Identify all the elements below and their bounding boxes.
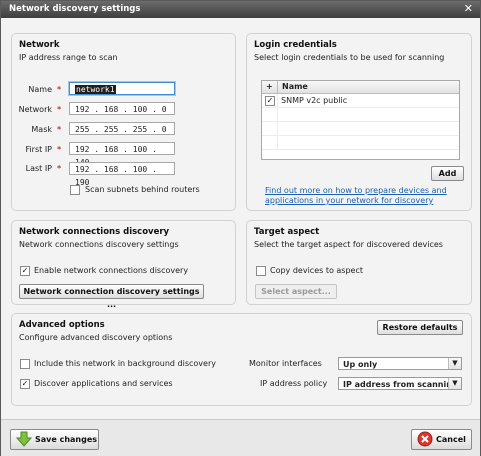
monitor-interfaces-select[interactable]: Up only ▼ — [338, 357, 462, 370]
background-discovery-label: Include this network in background disco… — [34, 359, 216, 368]
network-address-field[interactable]: 192 . 168 . 100 . 0 — [69, 102, 175, 115]
enable-netconn-checkbox[interactable]: ✓ — [20, 266, 30, 276]
chevron-down-icon[interactable]: ▼ — [448, 358, 461, 369]
add-credential-button[interactable]: Add — [431, 166, 464, 181]
close-icon[interactable]: ✕ — [464, 2, 473, 15]
chevron-down-icon[interactable]: ▼ — [448, 378, 461, 389]
column-divider — [277, 108, 278, 121]
copy-devices-label: Copy devices to aspect — [270, 266, 364, 275]
name-column-header: Name — [282, 82, 308, 91]
save-changes-label: Save changes — [35, 435, 98, 444]
cancel-label: Cancel — [436, 435, 466, 444]
title-bar: Network discovery settings ✕ — [1, 1, 480, 18]
network-panel: Network IP address range to scan Name * … — [11, 33, 236, 211]
netconn-panel-subtitle: Network connections discovery settings — [19, 240, 179, 249]
name-field-selected-text: network1 — [75, 85, 116, 94]
credentials-table-header: + Name — [262, 81, 459, 94]
required-icon: * — [57, 125, 62, 134]
network-label: Network — [18, 105, 52, 114]
required-icon: * — [57, 105, 62, 114]
name-field[interactable]: network1 — [69, 82, 175, 95]
netconn-panel-title: Network connections discovery — [19, 227, 170, 237]
last-ip-label: Last IP — [25, 164, 52, 173]
network-discovery-dialog: Network discovery settings ✕ Network IP … — [0, 0, 481, 456]
network-panel-title: Network — [19, 40, 60, 50]
advanced-panel-title: Advanced options — [19, 320, 105, 330]
required-icon: * — [57, 164, 62, 173]
column-divider — [277, 94, 278, 107]
select-aspect-button[interactable]: Select aspect... — [255, 284, 337, 299]
column-divider — [277, 136, 278, 149]
required-icon: * — [57, 145, 62, 154]
first-ip-label: First IP — [25, 145, 52, 154]
cancel-button[interactable]: Cancel — [411, 429, 472, 450]
credentials-table: + Name ✓ SNMP v2c public — [261, 80, 460, 160]
target-panel: Target aspect Select the target aspect f… — [246, 220, 472, 305]
netconn-panel: Network connections discovery Network co… — [11, 220, 236, 309]
target-panel-subtitle: Select the target aspect for discovered … — [254, 240, 443, 249]
mask-field[interactable]: 255 . 255 . 255 . 0 — [69, 122, 175, 135]
dialog-footer: Save changes Cancel — [1, 419, 480, 456]
cancel-icon — [417, 431, 433, 447]
discover-apps-checkbox[interactable]: ✓ — [20, 379, 30, 389]
empty-row — [262, 108, 459, 122]
credentials-panel-title: Login credentials — [254, 40, 337, 50]
last-ip-field[interactable]: 192 . 168 . 100 . 190 — [69, 162, 175, 187]
background-discovery-checkbox[interactable] — [20, 359, 30, 369]
credential-name: SNMP v2c public — [281, 96, 348, 105]
scan-subnets-label: Scan subnets behind routers — [85, 185, 200, 194]
download-arrow-icon — [16, 431, 32, 447]
column-divider — [277, 81, 278, 93]
name-label: Name — [28, 85, 52, 94]
first-ip-field[interactable]: 192 . 168 . 100 . 140 — [69, 142, 175, 167]
ip-policy-label: IP address policy — [260, 379, 328, 388]
credentials-panel: Login credentials Select login credentia… — [246, 33, 472, 211]
netconn-settings-button[interactable]: Network connection discovery settings ..… — [19, 284, 204, 309]
copy-devices-checkbox[interactable] — [256, 266, 266, 276]
discover-apps-label: Discover applications and services — [34, 379, 173, 388]
save-changes-button[interactable]: Save changes — [10, 429, 99, 450]
credentials-panel-subtitle: Select login credentials to be used for … — [254, 53, 445, 62]
required-icon: * — [57, 85, 62, 94]
enable-netconn-label: Enable network connections discovery — [34, 266, 189, 275]
credential-checkbox[interactable]: ✓ — [265, 96, 275, 106]
dialog-title: Network discovery settings — [9, 4, 141, 14]
monitor-interfaces-label: Monitor interfaces — [249, 359, 322, 368]
empty-row — [262, 122, 459, 136]
ip-policy-select[interactable]: IP address from scannin ▼ — [338, 377, 462, 390]
target-panel-title: Target aspect — [254, 227, 320, 237]
credential-row[interactable]: ✓ SNMP v2c public — [262, 94, 459, 108]
advanced-panel-subtitle: Configure advanced discovery options — [19, 333, 173, 342]
ip-policy-value: IP address from scannin — [343, 380, 452, 389]
help-link[interactable]: Find out more on how to prepare devices … — [265, 186, 465, 206]
mask-label: Mask — [31, 125, 52, 134]
monitor-interfaces-value: Up only — [343, 360, 378, 369]
advanced-panel: Advanced options Configure advanced disc… — [11, 313, 472, 406]
column-divider — [277, 122, 278, 135]
restore-defaults-button[interactable]: Restore defaults — [377, 320, 463, 335]
empty-row — [262, 136, 459, 150]
network-panel-subtitle: IP address range to scan — [19, 53, 118, 62]
add-column-header[interactable]: + — [266, 82, 273, 91]
scan-subnets-checkbox[interactable] — [70, 185, 80, 195]
